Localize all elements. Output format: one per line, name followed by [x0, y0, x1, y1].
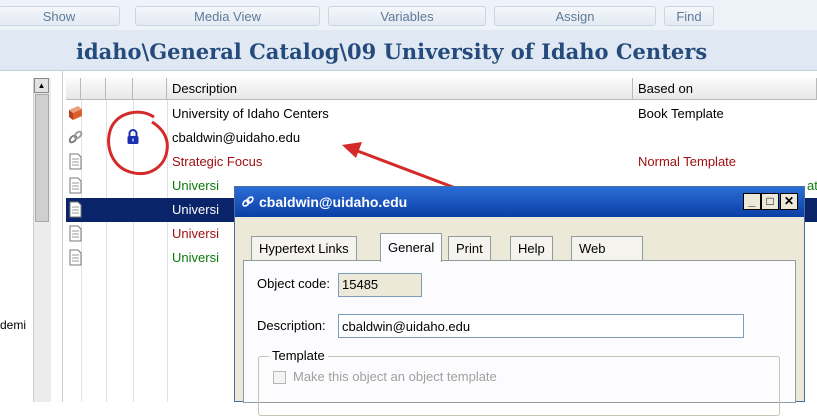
vertical-scrollbar[interactable]: ▲	[33, 78, 51, 402]
find-button[interactable]: Find	[664, 6, 714, 26]
row-description: Universi	[172, 202, 219, 217]
variables-button[interactable]: Variables	[328, 6, 486, 26]
object-code-field: 15485	[338, 273, 422, 297]
description-label: Description:	[257, 318, 326, 333]
document-icon	[68, 201, 83, 218]
path-header: idaho\General Catalog\09 University of I…	[62, 30, 817, 71]
description-input[interactable]	[338, 314, 744, 338]
general-tab-panel: Object code: 15485 Description: Template…	[243, 260, 796, 416]
book-icon	[68, 105, 83, 122]
tab-print[interactable]: Print	[448, 236, 491, 260]
maximize-button[interactable]: □	[761, 193, 779, 210]
document-icon	[68, 225, 83, 242]
row-description: Universi	[172, 226, 219, 241]
document-icon	[68, 249, 83, 266]
table-row[interactable]: University of Idaho Centers Book Template	[66, 102, 817, 126]
row-based-on: Book Template	[638, 106, 724, 121]
row-description: Universi	[172, 178, 219, 193]
properties-dialog: cbaldwin@uidaho.edu _ □ ✕ Hypertext Link…	[234, 186, 805, 416]
row-description: Strategic Focus	[172, 154, 263, 169]
column-header-description[interactable]: Description	[167, 78, 633, 100]
assign-button[interactable]: Assign	[494, 6, 656, 26]
show-button[interactable]: Show	[0, 6, 120, 26]
dialog-title: cbaldwin@uidaho.edu	[259, 194, 408, 210]
link-icon	[242, 196, 254, 207]
scroll-up-icon[interactable]: ▲	[34, 78, 49, 93]
table-row[interactable]: cbaldwin@uidaho.edu	[66, 126, 817, 150]
column-header-empty[interactable]	[106, 78, 133, 100]
row-based-on: ate	[807, 178, 817, 193]
column-header-based-on[interactable]: Based on	[633, 78, 817, 100]
template-checkbox-label: Make this object an object template	[293, 369, 497, 384]
tab-help[interactable]: Help	[510, 236, 553, 260]
column-header-empty[interactable]	[81, 78, 106, 100]
tab-hypertext-links[interactable]: Hypertext Links	[251, 236, 357, 260]
dialog-title-bar[interactable]: cbaldwin@uidaho.edu _ □ ✕	[235, 187, 804, 217]
link-icon	[68, 129, 83, 146]
row-description: University of Idaho Centers	[172, 106, 329, 121]
row-based-on: Normal Template	[638, 154, 737, 169]
template-checkbox[interactable]	[273, 371, 286, 384]
object-code-label: Object code:	[257, 276, 330, 291]
tab-web[interactable]: Web	[571, 236, 643, 260]
document-icon	[68, 177, 83, 194]
minimize-button[interactable]: _	[743, 193, 761, 210]
scroll-thumb[interactable]	[35, 94, 49, 222]
close-button[interactable]: ✕	[780, 193, 798, 210]
left-tree-panel: demi	[0, 30, 63, 402]
toolbar: Show Media View Variables Assign Find	[0, 0, 817, 30]
row-description: Universi	[172, 250, 219, 265]
tab-general[interactable]: General	[380, 233, 443, 262]
template-group: Template Make this object an object temp…	[258, 348, 780, 416]
column-header-empty[interactable]	[133, 78, 167, 100]
table-row[interactable]: Strategic Focus Normal Template	[66, 150, 817, 174]
left-panel-header	[0, 30, 62, 71]
column-header-icon[interactable]	[66, 78, 81, 100]
document-icon	[68, 153, 83, 170]
lock-icon	[126, 129, 141, 146]
page-title: idaho\General Catalog\09 University of I…	[76, 39, 708, 64]
media-view-button[interactable]: Media View	[135, 6, 320, 26]
row-description: cbaldwin@uidaho.edu	[172, 130, 301, 145]
template-group-label: Template	[269, 348, 328, 363]
left-panel-truncated-text: demi	[0, 318, 27, 332]
